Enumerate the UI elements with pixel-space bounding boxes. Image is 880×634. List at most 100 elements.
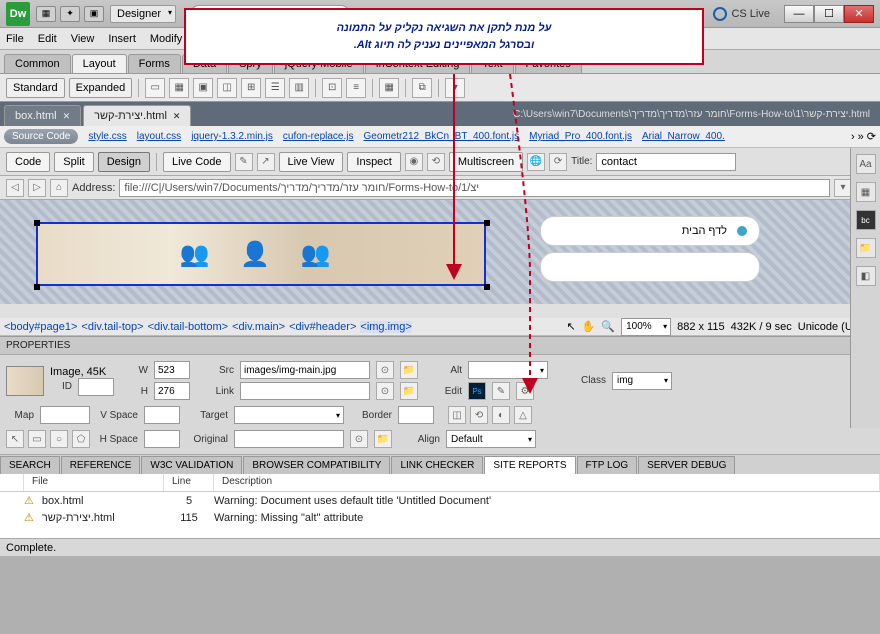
brightness-icon[interactable]: ◐ — [492, 406, 510, 424]
alt-dropdown[interactable] — [468, 361, 548, 379]
selected-image[interactable]: 👥 👤 👥 — [36, 222, 486, 286]
live-code-button[interactable]: Live Code — [163, 152, 231, 172]
col-line[interactable]: Line — [164, 474, 214, 491]
close-icon[interactable]: ✕ — [63, 111, 71, 122]
close-icon[interactable]: ✕ — [173, 111, 181, 122]
doc-tab-box[interactable]: box.html ✕ — [4, 105, 81, 126]
tab-debug[interactable]: SERVER DEBUG — [638, 456, 735, 474]
refresh-icon[interactable]: ⟲ — [427, 153, 445, 171]
menu-file[interactable]: File — [6, 33, 24, 45]
close-button[interactable]: ✕ — [844, 5, 874, 23]
resample-icon[interactable]: ⟲ — [470, 406, 488, 424]
tab-site-reports[interactable]: SITE REPORTS — [484, 456, 575, 474]
browse-icon[interactable]: 📁 — [400, 361, 418, 379]
width-input[interactable] — [154, 361, 190, 379]
split-view-button[interactable]: Split — [54, 152, 93, 172]
site-icon[interactable]: ▣ — [84, 6, 104, 22]
properties-header[interactable]: PROPERTIES — [0, 337, 880, 355]
more-icon[interactable]: » — [858, 131, 864, 143]
workspace-dropdown[interactable]: Designer — [110, 5, 176, 23]
cs-live[interactable]: CS Live — [713, 7, 770, 21]
refresh-icon[interactable]: ⟳ — [867, 130, 876, 143]
browse-icon[interactable]: 📁 — [400, 382, 418, 400]
align-dropdown[interactable]: Default — [446, 430, 536, 448]
files-panel-icon[interactable]: 📁 — [856, 238, 876, 258]
tab-browser[interactable]: BROWSER COMPATIBILITY — [243, 456, 390, 474]
tab-reference[interactable]: REFERENCE — [61, 456, 141, 474]
draw-icon[interactable]: ▣ — [193, 78, 213, 98]
frame-icon[interactable]: ▦ — [379, 78, 399, 98]
title-input[interactable] — [596, 153, 736, 171]
src-cufon[interactable]: cufon-replace.js — [283, 131, 354, 142]
insert-tab-forms[interactable]: Forms — [128, 54, 181, 73]
bc-panel-icon[interactable]: bc — [856, 210, 876, 230]
hspace-input[interactable] — [144, 430, 180, 448]
layout-icon[interactable]: ▦ — [36, 6, 56, 22]
spry-icon[interactable]: ◫ — [217, 78, 237, 98]
original-input[interactable] — [234, 430, 344, 448]
tag-tailbottom[interactable]: <div.tail-bottom> — [148, 321, 229, 333]
pointer-tool-icon[interactable]: ↖ — [6, 430, 24, 448]
code-view-button[interactable]: Code — [6, 152, 50, 172]
class-dropdown[interactable]: img — [612, 372, 672, 390]
zoom-dropdown[interactable]: 100% — [621, 318, 671, 336]
live-view-button[interactable]: Live View — [279, 152, 344, 172]
more-icon[interactable]: ▾ — [445, 78, 465, 98]
nav-home-widget[interactable]: לדף הבית — [540, 216, 760, 246]
expanded-button[interactable]: Expanded — [69, 78, 133, 98]
inspect-icon[interactable]: ✎ — [235, 153, 253, 171]
col-desc[interactable]: Description — [214, 474, 880, 491]
edit-icon[interactable]: ✎ — [492, 382, 510, 400]
tab-w3c[interactable]: W3C VALIDATION — [141, 456, 242, 474]
reload-icon[interactable]: ⟳ — [549, 153, 567, 171]
hand-icon[interactable]: ✋ — [582, 320, 596, 333]
vspace-input[interactable] — [144, 406, 180, 424]
fluid-icon[interactable]: ▦ — [169, 78, 189, 98]
src-geometr[interactable]: Geometr212_BkCn_BT_400.font.js — [363, 131, 519, 142]
div-icon[interactable]: ▭ — [145, 78, 165, 98]
tab-ftp[interactable]: FTP LOG — [577, 456, 638, 474]
col-icon[interactable]: ▥ — [289, 78, 309, 98]
nav-icon[interactable]: ↗ — [257, 153, 275, 171]
point-to-file-icon[interactable]: ⊙ — [350, 430, 368, 448]
poly-hotspot-icon[interactable]: ⬠ — [72, 430, 90, 448]
border-input[interactable] — [398, 406, 434, 424]
accordion-icon[interactable]: ≡ — [346, 78, 366, 98]
assets-panel-icon[interactable]: ◧ — [856, 266, 876, 286]
design-canvas[interactable]: 👥 👤 👥 לדף הבית — [0, 200, 880, 318]
report-row[interactable]: ⚠יצירת-קשר.html 115 Warning: Missing "al… — [0, 509, 880, 526]
tabbed-icon[interactable]: ⊡ — [322, 78, 342, 98]
pointer-icon[interactable]: ↖ — [566, 320, 575, 333]
menu-edit[interactable]: Edit — [38, 33, 57, 45]
src-layout[interactable]: layout.css — [137, 131, 181, 142]
src-myriad[interactable]: Myriad_Pro_400.font.js — [529, 131, 632, 142]
next-icon[interactable]: › — [851, 131, 855, 143]
standard-button[interactable]: Standard — [6, 78, 65, 98]
oval-hotspot-icon[interactable]: ○ — [50, 430, 68, 448]
map-input[interactable] — [40, 406, 90, 424]
menu-modify[interactable]: Modify — [150, 33, 182, 45]
report-row[interactable]: ⚠box.html 5 Warning: Document uses defau… — [0, 492, 880, 509]
zoom-icon[interactable]: 🔍 — [601, 320, 615, 333]
source-code-pill[interactable]: Source Code — [4, 129, 78, 144]
target-dropdown[interactable] — [234, 406, 344, 424]
src-arial[interactable]: Arial_Narrow_400. — [642, 131, 725, 142]
menu-insert[interactable]: Insert — [108, 33, 136, 45]
table-icon[interactable]: ⊞ — [241, 78, 261, 98]
design-view-button[interactable]: Design — [98, 152, 150, 172]
minimize-button[interactable]: — — [784, 5, 814, 23]
doc-tab-contact[interactable]: יצירת-קשר.html ✕ — [83, 105, 191, 126]
iframe-icon[interactable]: ⧉ — [412, 78, 432, 98]
src-jquery[interactable]: jquery-1.3.2.min.js — [191, 131, 273, 142]
link-input[interactable] — [240, 382, 370, 400]
browser-icon[interactable]: 🌐 — [527, 153, 545, 171]
height-input[interactable] — [154, 382, 190, 400]
crop-icon[interactable]: ◫ — [448, 406, 466, 424]
ap-panel-icon[interactable]: ▦ — [856, 182, 876, 202]
settings-icon[interactable]: ⚙ — [516, 382, 534, 400]
sharpen-icon[interactable]: △ — [514, 406, 532, 424]
tab-search[interactable]: SEARCH — [0, 456, 60, 474]
insert-tab-common[interactable]: Common — [4, 54, 71, 73]
address-input[interactable] — [119, 179, 830, 197]
tag-body[interactable]: <body#page1> — [4, 321, 77, 333]
